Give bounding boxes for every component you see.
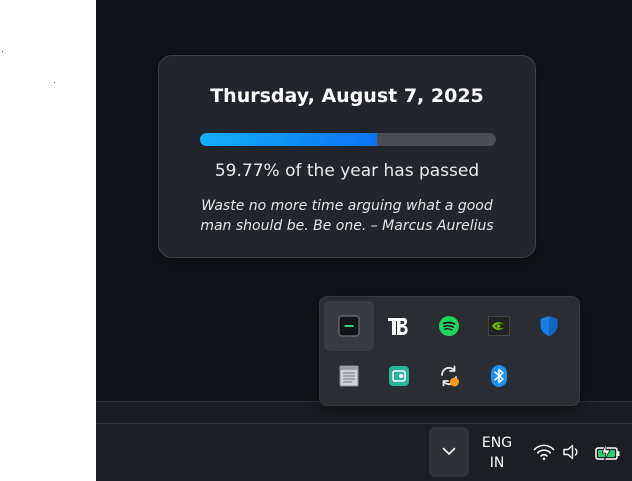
notepad-icon[interactable] xyxy=(324,351,374,401)
terminal-icon[interactable] xyxy=(324,301,374,351)
volume-icon[interactable] xyxy=(561,442,585,462)
nvidia-icon[interactable] xyxy=(474,301,524,351)
battery-charging-icon[interactable] xyxy=(592,441,622,463)
bluetooth-icon[interactable] xyxy=(474,351,524,401)
left-white-panel xyxy=(0,0,96,481)
red-dot xyxy=(54,82,55,83)
year-progress-fill xyxy=(200,133,377,146)
tray-overflow-popup xyxy=(319,296,580,406)
sync-icon[interactable] xyxy=(424,351,474,401)
quote-line-2: man should be. Be one. – Marcus Aurelius xyxy=(200,218,494,234)
date-title: Thursday, August 7, 2025 xyxy=(210,85,484,107)
quote: Waste no more time arguing what a good m… xyxy=(189,196,505,236)
year-progress-bar xyxy=(200,133,496,146)
progress-text: 59.77% of the year has passed xyxy=(214,161,480,181)
region-label: IN xyxy=(489,455,505,471)
camera-app-icon[interactable] xyxy=(374,351,424,401)
show-hidden-icons-button[interactable] xyxy=(429,427,469,477)
red-dot xyxy=(2,51,3,52)
wifi-icon[interactable] xyxy=(532,442,556,462)
language-indicator[interactable]: ENG IN xyxy=(476,433,518,473)
year-progress-popup: Thursday, August 7, 2025 59.77% of the y… xyxy=(158,55,536,258)
shield-icon[interactable] xyxy=(524,301,574,351)
spotify-icon[interactable] xyxy=(424,301,474,351)
chevron-down-icon xyxy=(442,443,456,461)
quote-line-1: Waste no more time arguing what a good xyxy=(201,198,493,214)
language-label: ENG xyxy=(481,435,513,451)
tb-icon[interactable] xyxy=(374,301,424,351)
